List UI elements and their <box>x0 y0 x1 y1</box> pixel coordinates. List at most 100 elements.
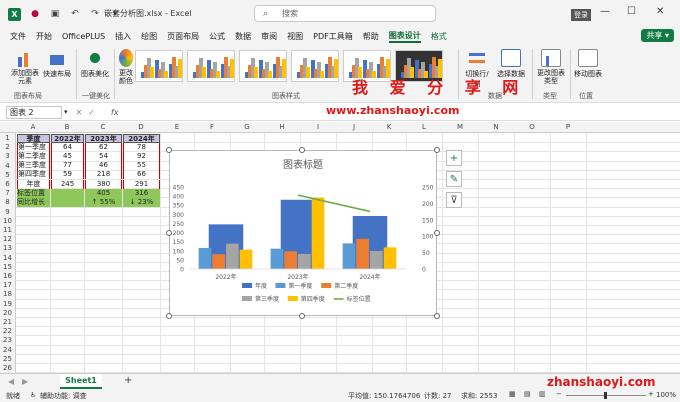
menu-tab-4[interactable]: 绘图 <box>141 31 157 42</box>
cancel-icon[interactable]: ✕ <box>76 108 83 117</box>
chart-style-thumbnail[interactable] <box>187 50 235 82</box>
chart-styles-button[interactable]: ✎ <box>446 171 462 187</box>
row-header[interactable]: 10 <box>0 217 15 225</box>
menu-tab-6[interactable]: 公式 <box>209 31 225 42</box>
add-chart-element-button[interactable]: 添加图表元素 <box>10 49 40 85</box>
table-cell[interactable]: 66 <box>123 170 160 180</box>
column-header[interactable]: F <box>194 123 230 131</box>
save-icon[interactable]: ▣ <box>49 8 61 20</box>
resize-handle[interactable] <box>434 147 440 153</box>
row-header[interactable]: 5 <box>0 171 15 179</box>
table-cell[interactable]: 55 <box>123 161 160 171</box>
namebox-dropdown-icon[interactable]: ▾ <box>64 108 68 116</box>
menu-tab-11[interactable]: 帮助 <box>363 31 379 42</box>
row-header[interactable]: 12 <box>0 235 15 243</box>
zoom-level[interactable]: 100% <box>656 391 676 399</box>
table-cell[interactable]: 同比增长 <box>17 197 50 207</box>
resize-handle[interactable] <box>299 147 305 153</box>
enter-icon[interactable]: ✓ <box>88 108 95 117</box>
close-icon[interactable]: ✕ <box>656 6 664 17</box>
row-header[interactable]: 13 <box>0 244 15 252</box>
table-cell[interactable]: 92 <box>123 151 160 161</box>
autosave-toggle-icon[interactable]: ● <box>29 8 41 20</box>
chart-area[interactable]: 图表标题 0 50 100 150 200 250 300 350 400 450 0 50 100 150… <box>169 150 437 316</box>
redo-icon[interactable]: ↷ <box>89 8 101 20</box>
table-cell[interactable]: 季度 <box>17 133 50 143</box>
column-header[interactable]: B <box>50 123 84 131</box>
chart-filters-button[interactable]: ⊽ <box>446 192 462 208</box>
chart-style-thumbnail[interactable] <box>239 50 287 82</box>
menu-tab-9[interactable]: 视图 <box>287 31 303 42</box>
column-header[interactable]: E <box>160 123 194 131</box>
resize-handle[interactable] <box>434 230 440 236</box>
row-header[interactable]: 2 <box>0 143 15 151</box>
column-header[interactable]: J <box>336 123 372 131</box>
table-cell[interactable]: 77 <box>51 161 84 171</box>
share-button[interactable]: 共享 ▾ <box>641 29 674 42</box>
column-header[interactable]: G <box>230 123 264 131</box>
row-header[interactable]: 25 <box>0 355 15 363</box>
row-header[interactable]: 21 <box>0 318 15 326</box>
row-header[interactable]: 9 <box>0 208 15 216</box>
sheet-tab-sheet1[interactable]: Sheet1 <box>60 374 102 389</box>
table-cell[interactable]: 62 <box>85 142 122 152</box>
table-cell[interactable] <box>51 197 84 207</box>
row-header[interactable]: 7 <box>0 189 15 197</box>
table-cell[interactable]: 380 <box>85 179 122 189</box>
menu-tab-12[interactable]: 图表设计 <box>388 30 421 43</box>
table-cell[interactable]: 64 <box>51 142 84 152</box>
row-header[interactable]: 16 <box>0 272 15 280</box>
menu-tab-10[interactable]: PDF工具箱 <box>313 31 353 42</box>
table-cell[interactable]: 245 <box>51 179 84 189</box>
table-cell[interactable]: 第一季度 <box>17 142 50 152</box>
column-header[interactable]: N <box>478 123 514 131</box>
column-header[interactable]: A <box>16 123 50 131</box>
row-header[interactable]: 22 <box>0 327 15 335</box>
table-cell[interactable]: 2024年 <box>123 133 160 143</box>
search-box[interactable]: ⌕ 搜索 <box>254 5 436 22</box>
chart-beautify-button[interactable]: 图表美化 <box>80 49 110 79</box>
table-cell[interactable]: 第二季度 <box>17 151 50 161</box>
normal-view-icon[interactable]: ▦ <box>509 390 516 398</box>
menu-tab-7[interactable]: 数据 <box>235 31 251 42</box>
quick-layout-button[interactable]: 快速布局 <box>42 49 72 79</box>
table-cell[interactable]: ↑ 55% <box>85 197 122 207</box>
zoom-in-icon[interactable]: + <box>648 390 654 398</box>
name-box[interactable]: 图表 2 <box>6 105 62 119</box>
table-cell[interactable]: 316 <box>123 188 160 198</box>
row-header[interactable]: 26 <box>0 364 15 372</box>
column-header[interactable]: D <box>122 123 160 131</box>
resize-handle[interactable] <box>166 313 172 319</box>
column-header[interactable]: P <box>550 123 586 131</box>
table-cell[interactable]: 第四季度 <box>17 170 50 180</box>
row-header[interactable]: 23 <box>0 336 15 344</box>
column-header[interactable]: L <box>406 123 442 131</box>
row-header[interactable]: 3 <box>0 152 15 160</box>
prev-sheet-icon[interactable]: ◀ <box>8 377 14 386</box>
move-chart-button[interactable]: 移动图表 <box>573 49 603 79</box>
zoom-slider-thumb[interactable] <box>604 392 607 399</box>
row-header[interactable]: 24 <box>0 346 15 354</box>
row-header[interactable]: 4 <box>0 162 15 170</box>
row-header[interactable]: 19 <box>0 300 15 308</box>
table-cell[interactable]: 218 <box>85 170 122 180</box>
column-header[interactable]: C <box>84 123 122 131</box>
chart-style-thumbnail[interactable] <box>135 50 183 82</box>
undo-icon[interactable]: ↶ <box>69 8 81 20</box>
column-header[interactable]: M <box>442 123 478 131</box>
page-break-icon[interactable]: ▥ <box>539 390 546 398</box>
menu-tab-0[interactable]: 文件 <box>10 31 26 42</box>
resize-handle[interactable] <box>299 313 305 319</box>
menu-tab-3[interactable]: 插入 <box>115 31 131 42</box>
table-cell[interactable]: 291 <box>123 179 160 189</box>
next-sheet-icon[interactable]: ▶ <box>22 377 28 386</box>
function-icon[interactable]: fx <box>111 108 119 117</box>
menu-tab-2[interactable]: OfficePLUS <box>62 32 105 41</box>
table-cell[interactable]: 78 <box>123 142 160 152</box>
column-header[interactable]: K <box>372 123 406 131</box>
menu-tab-1[interactable]: 开始 <box>36 31 52 42</box>
page-layout-icon[interactable]: ▤ <box>524 390 531 398</box>
login-button[interactable]: 登录 <box>571 9 591 21</box>
resize-handle[interactable] <box>166 230 172 236</box>
table-cell[interactable]: ↓ 23% <box>123 197 160 207</box>
